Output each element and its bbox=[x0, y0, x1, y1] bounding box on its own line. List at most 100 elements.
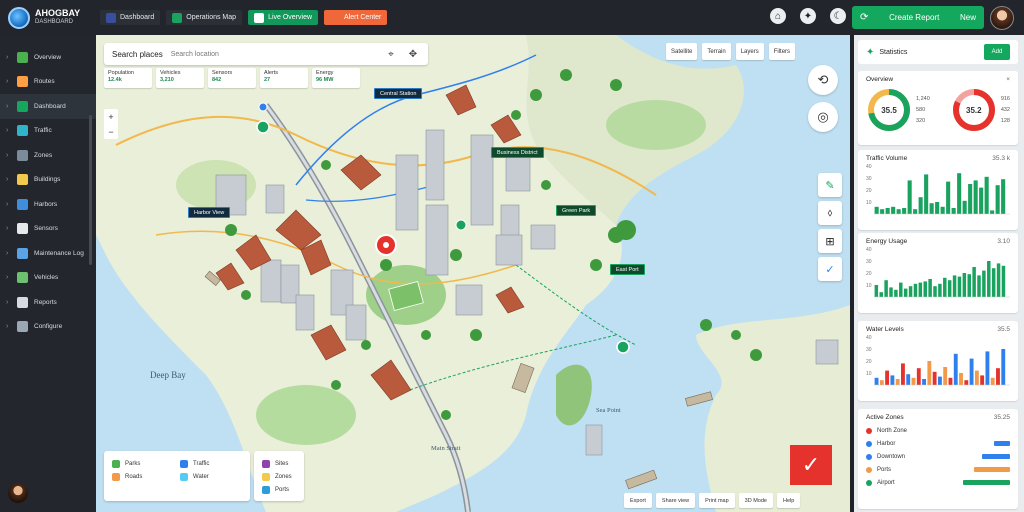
bar bbox=[899, 282, 903, 297]
sidebar-item-label: Maintenance Log bbox=[34, 249, 84, 257]
bar bbox=[903, 288, 908, 297]
bar bbox=[943, 277, 947, 297]
leaf-tool-icon[interactable]: ✎ bbox=[818, 173, 842, 197]
zone-label: Harbor bbox=[877, 440, 896, 447]
topnav-alert-center[interactable]: Alert Center bbox=[324, 10, 388, 25]
sidebar-item-maintenance-log[interactable]: › Maintenance Log bbox=[0, 241, 96, 266]
map-tag-east-port[interactable]: East Port bbox=[610, 264, 645, 275]
close-icon[interactable]: × bbox=[1006, 76, 1010, 83]
alert-flag-icon[interactable]: ✓ bbox=[790, 445, 832, 485]
sidebar-item-overview[interactable]: › Overview bbox=[0, 45, 96, 70]
topnav-operations-map[interactable]: Operations Map bbox=[166, 10, 243, 25]
bar bbox=[962, 273, 967, 297]
stat-chips: Population 12.4k Vehicles 3,210 Sensors 842 Al… bbox=[104, 68, 360, 88]
chart-card-0: Traffic Volume 35.3 k 40 30 20 10 bbox=[858, 150, 1018, 230]
gauge: 35.2 916 432 128 bbox=[951, 87, 1010, 133]
bar bbox=[908, 286, 913, 297]
topnav-live-overview[interactable]: Live Overview bbox=[248, 10, 319, 25]
map-tag-business-district[interactable]: Business District bbox=[491, 147, 544, 158]
sidebar-item-traffic[interactable]: › Traffic bbox=[0, 119, 96, 144]
topnav-dashboard[interactable]: Dashboard bbox=[100, 10, 161, 25]
stat-chip[interactable]: Sensors 842 bbox=[208, 68, 256, 88]
moon-icon[interactable]: ☾ bbox=[830, 8, 846, 24]
zone-list-item[interactable]: Harbor bbox=[866, 437, 1010, 450]
check-tool-icon[interactable]: ✓ bbox=[818, 257, 842, 281]
map-tag-green-park[interactable]: Green Park bbox=[556, 205, 597, 216]
map-btn-layers[interactable]: Layers bbox=[735, 43, 764, 60]
create-report-button[interactable]: ⟳ Create Report New bbox=[852, 6, 984, 29]
sidebar-item-configure[interactable]: › Configure bbox=[0, 315, 96, 340]
bar bbox=[896, 209, 901, 214]
app-window: AHOGBAY DASHBOARD Dashboard Operations Ma… bbox=[0, 0, 1024, 512]
bar-chart: 40 30 20 10 bbox=[866, 247, 1010, 298]
user-avatar[interactable] bbox=[990, 6, 1014, 30]
sidebar-item-label: Reports bbox=[34, 298, 57, 306]
overview-title: Overview bbox=[866, 76, 894, 83]
stat-chip[interactable]: Population 12.4k bbox=[104, 68, 152, 88]
bottom-btn-print-map[interactable]: Print map bbox=[699, 493, 735, 508]
bar bbox=[974, 370, 979, 385]
map-btn-filters[interactable]: Filters bbox=[768, 43, 796, 60]
legend-item: Water bbox=[180, 470, 242, 483]
drop-tool-icon[interactable]: ⬨ bbox=[818, 201, 842, 225]
legend-swatch bbox=[262, 472, 270, 481]
map-tag-central-station[interactable]: Central Station bbox=[374, 88, 423, 99]
stat-chip[interactable]: Energy 96 MW bbox=[312, 68, 360, 88]
zoom-in-icon[interactable]: + bbox=[108, 112, 113, 122]
map-search[interactable]: Search places Search location ⌖ ✥ bbox=[104, 43, 428, 65]
sidebar-item-reports[interactable]: › Reports bbox=[0, 290, 96, 315]
search-input[interactable]: Search location bbox=[171, 51, 376, 58]
legend-item: Zones bbox=[262, 470, 296, 483]
legend-swatch bbox=[262, 485, 270, 494]
chip-value: 27 bbox=[264, 77, 271, 83]
map-label-strait: Main Strait bbox=[431, 445, 461, 452]
home-icon[interactable]: ⌂ bbox=[770, 8, 786, 24]
brand[interactable]: AHOGBAY DASHBOARD bbox=[0, 6, 96, 29]
directions-icon[interactable]: ✥ bbox=[406, 49, 420, 60]
layers-circle-icon[interactable]: ◎ bbox=[808, 102, 838, 132]
sidebar-user-avatar[interactable] bbox=[8, 483, 28, 503]
sidebar-scrollbar[interactable] bbox=[89, 115, 92, 265]
gauge-stat: 432 bbox=[1000, 106, 1010, 113]
bottom-btn-3d-mode[interactable]: 3D Mode bbox=[738, 493, 773, 508]
bottom-btn-share-view[interactable]: Share view bbox=[655, 493, 696, 508]
sidebar-item-harbors[interactable]: › Harbors bbox=[0, 192, 96, 217]
stat-chip[interactable]: Alerts 27 bbox=[260, 68, 308, 88]
compass-icon[interactable]: ✦ bbox=[800, 8, 816, 24]
sidebar-item-routes[interactable]: › Routes bbox=[0, 70, 96, 95]
sidebar-item-buildings[interactable]: › Buildings bbox=[0, 168, 96, 193]
stats-icon: ✦ bbox=[866, 46, 875, 58]
sidebar-item-zones[interactable]: › Zones bbox=[0, 143, 96, 168]
zoom-out-icon[interactable]: − bbox=[108, 127, 113, 137]
add-button[interactable]: Add bbox=[984, 44, 1010, 60]
bottom-btn-export[interactable]: Export bbox=[624, 493, 652, 508]
sidebar-item-label: Zones bbox=[34, 151, 53, 159]
map-canvas[interactable]: Search places Search location ⌖ ✥ Popula… bbox=[96, 35, 850, 512]
sidebar-item-sensors[interactable]: › Sensors bbox=[0, 217, 96, 242]
zone-list-item[interactable]: Airport bbox=[866, 476, 1010, 489]
sidebar-item-vehicles[interactable]: › Vehicles bbox=[0, 266, 96, 291]
y-tick-label: 30 bbox=[866, 176, 872, 182]
y-tick-label: 40 bbox=[866, 335, 872, 341]
zones-title: Active Zones bbox=[866, 414, 904, 421]
bar bbox=[995, 185, 1000, 214]
map-btn-terrain[interactable]: Terrain bbox=[702, 43, 731, 60]
bar bbox=[952, 275, 957, 297]
sidebar-item-dashboard[interactable]: › Dashboard bbox=[0, 94, 96, 119]
zone-label: Downtown bbox=[877, 453, 906, 460]
map-tag-harbor-view[interactable]: Harbor View bbox=[188, 207, 231, 218]
bottom-btn-help[interactable]: Help bbox=[777, 493, 801, 508]
bar bbox=[918, 197, 923, 214]
zone-list-item[interactable]: Downtown bbox=[866, 450, 1010, 463]
bar bbox=[937, 376, 942, 385]
stat-chip[interactable]: Vehicles 3,210 bbox=[156, 68, 204, 88]
zone-bar bbox=[963, 480, 1010, 485]
measure-tool-icon[interactable]: ⊞ bbox=[818, 229, 842, 253]
locate-icon[interactable]: ⌖ bbox=[384, 49, 398, 60]
rotate-icon[interactable]: ⟲ bbox=[808, 65, 838, 95]
zone-list-item[interactable]: Ports bbox=[866, 463, 1010, 476]
bar bbox=[902, 208, 907, 214]
chevron-right-icon: › bbox=[6, 176, 9, 184]
zone-list-item[interactable]: North Zone bbox=[866, 424, 1010, 437]
map-btn-satellite[interactable]: Satellite bbox=[666, 43, 698, 60]
